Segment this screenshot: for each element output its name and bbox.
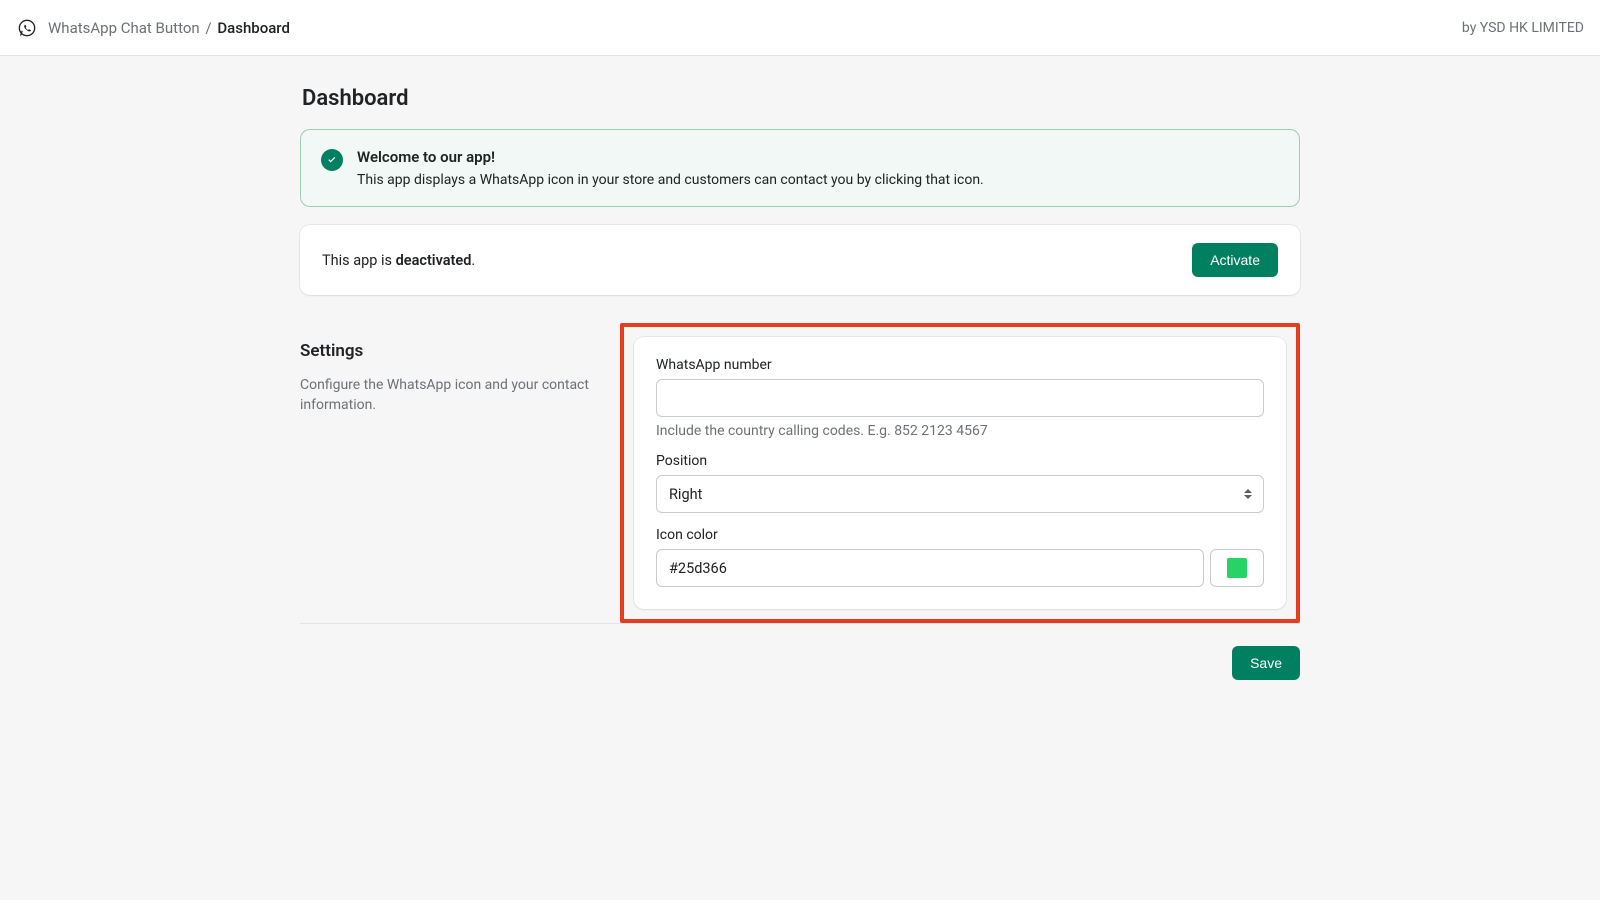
vendor-label: by YSD HK LIMITED [1462,20,1584,36]
field-icon-color: Icon color [656,527,1264,587]
page-title: Dashboard [302,86,1300,111]
breadcrumb-separator: / [203,19,213,37]
activate-button[interactable]: Activate [1192,243,1278,277]
banner-content: Welcome to our app! This app displays a … [357,148,984,188]
whatsapp-number-input[interactable] [656,379,1264,417]
breadcrumb: WhatsApp Chat Button / Dashboard [48,19,290,37]
banner-text: This app displays a WhatsApp icon in you… [357,172,984,188]
status-suffix: . [471,252,475,269]
status-card: This app is deactivated. Activate [300,225,1300,295]
settings-heading: Settings [300,341,600,361]
settings-description: Configure the WhatsApp icon and your con… [300,375,600,416]
settings-card: WhatsApp number Include the country call… [634,337,1286,609]
position-select-wrap: Right [656,475,1264,513]
status-state: deactivated [396,252,472,269]
whatsapp-number-label: WhatsApp number [656,357,1264,373]
top-bar: WhatsApp Chat Button / Dashboard by YSD … [0,0,1600,56]
icon-color-row [656,549,1264,587]
whatsapp-icon [16,17,38,39]
position-label: Position [656,453,1264,469]
page-content: Dashboard Welcome to our app! This app d… [300,56,1300,680]
check-circle-icon [321,149,343,171]
welcome-banner: Welcome to our app! This app displays a … [300,129,1300,207]
icon-color-swatch-button[interactable] [1210,549,1264,587]
whatsapp-number-help: Include the country calling codes. E.g. … [656,423,1264,439]
status-prefix: This app is [322,252,396,269]
icon-color-label: Icon color [656,527,1264,543]
banner-title: Welcome to our app! [357,148,984,166]
vendor-name: YSD HK LIMITED [1480,20,1584,36]
section-divider [300,623,1300,624]
breadcrumb-app[interactable]: WhatsApp Chat Button [48,19,200,37]
color-swatch-icon [1227,558,1247,578]
settings-highlight: WhatsApp number Include the country call… [620,323,1300,623]
breadcrumb-current: Dashboard [217,19,290,37]
field-whatsapp-number: WhatsApp number Include the country call… [656,357,1264,439]
settings-section: Settings Configure the WhatsApp icon and… [300,323,1300,623]
save-button[interactable]: Save [1232,646,1300,680]
topbar-left: WhatsApp Chat Button / Dashboard [16,17,290,39]
footer-actions: Save [300,646,1300,680]
field-position: Position Right [656,453,1264,513]
settings-aside: Settings Configure the WhatsApp icon and… [300,323,600,623]
position-select[interactable]: Right [656,475,1264,513]
vendor-prefix: by [1462,20,1480,36]
icon-color-input[interactable] [656,549,1204,587]
status-text: This app is deactivated. [322,252,475,269]
